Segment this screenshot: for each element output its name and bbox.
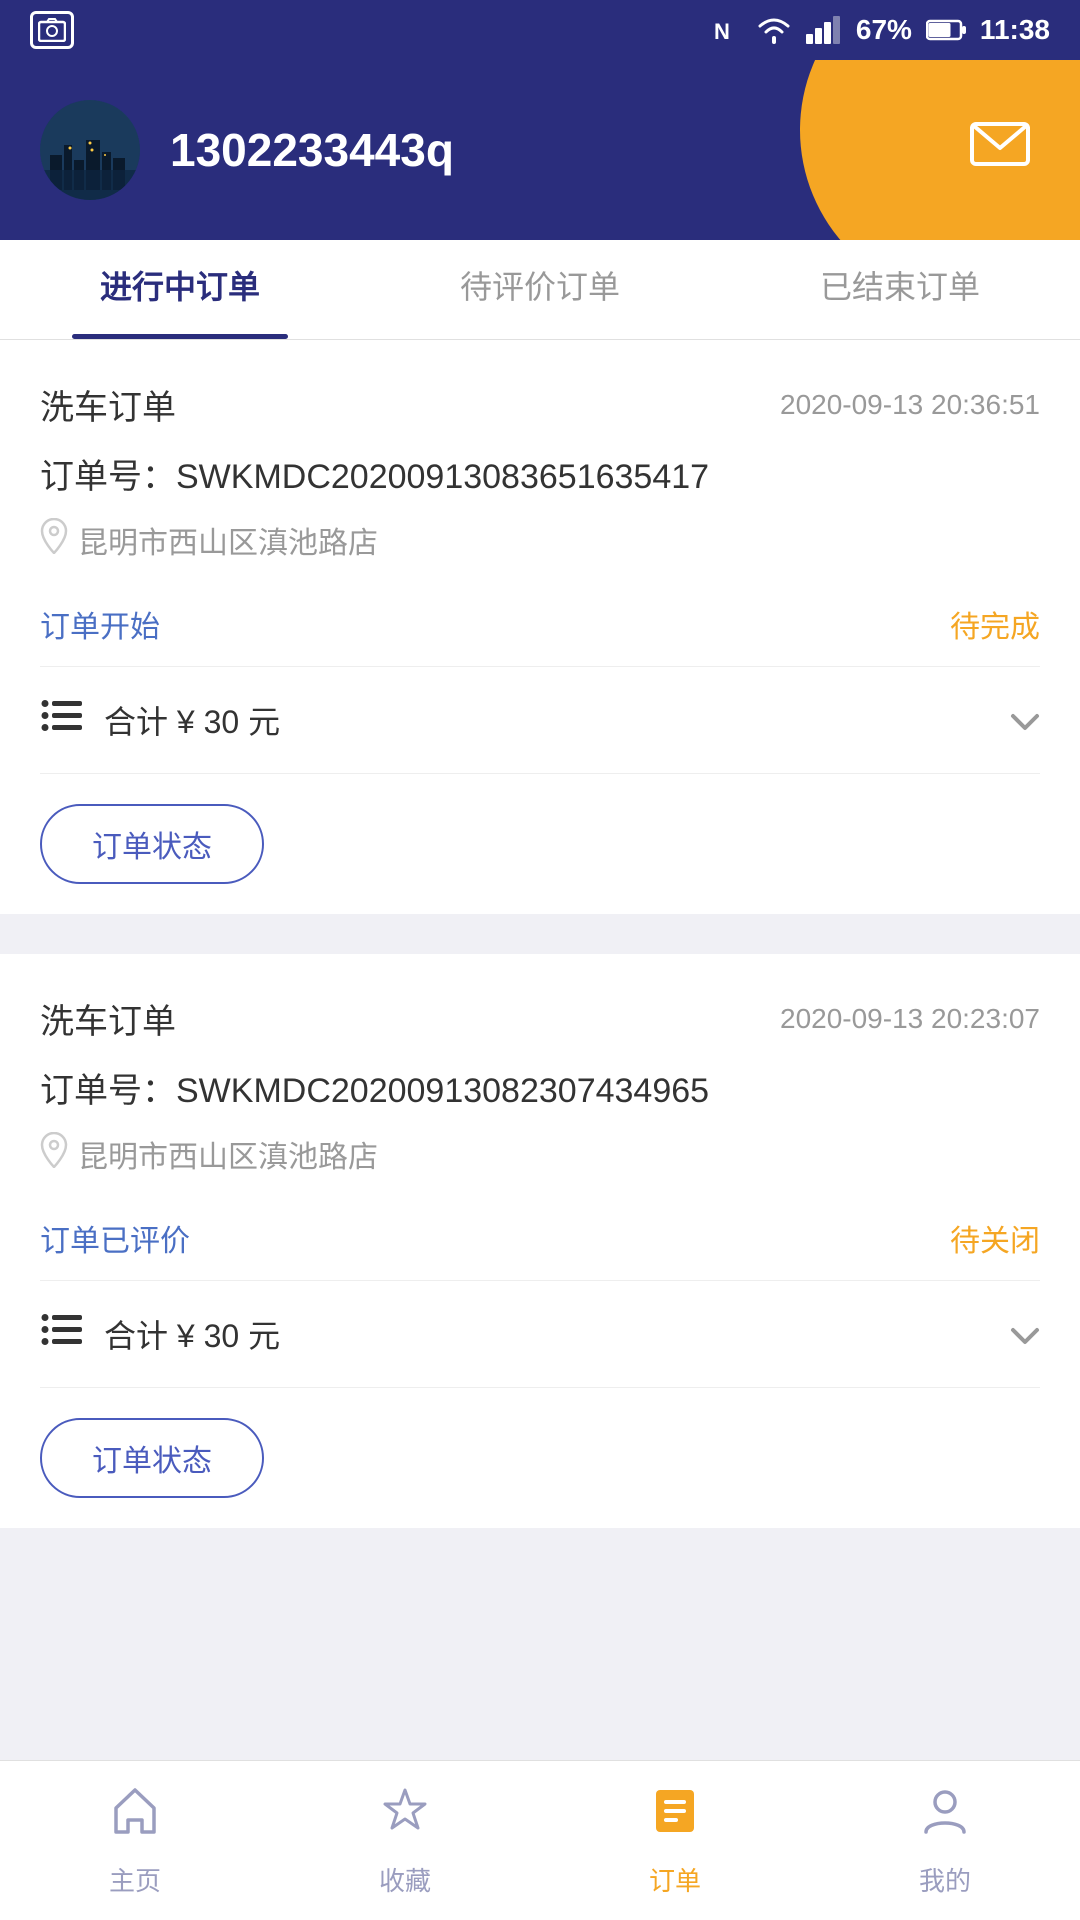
nav-profile[interactable]: 我的 — [810, 1784, 1080, 1898]
tab-closed-orders[interactable]: 已结束订单 — [720, 240, 1080, 339]
avatar — [40, 100, 140, 200]
nav-home[interactable]: 主页 — [0, 1784, 270, 1898]
chevron-icon-1[interactable] — [1010, 699, 1040, 741]
order-time-2: 2020-09-13 20:23:07 — [780, 1003, 1040, 1035]
status-button-2[interactable]: 订单状态 — [40, 1418, 264, 1498]
status-button-1[interactable]: 订单状态 — [40, 804, 264, 884]
nav-orders[interactable]: 订单 — [540, 1784, 810, 1898]
order-status-row-2: 订单已评价 待关闭 — [40, 1196, 1040, 1281]
order-actions-2: 订单状态 — [40, 1388, 1040, 1528]
order-header-2: 洗车订单 2020-09-13 20:23:07 — [40, 994, 1040, 1043]
user-icon — [918, 1784, 972, 1851]
order-icon — [648, 1784, 702, 1851]
svg-text:N: N — [714, 19, 730, 44]
location-text-2: 昆明市西山区滇池路店 — [78, 1132, 378, 1176]
order-summary-row-2[interactable]: 合计 ¥ 30 元 — [40, 1281, 1040, 1388]
mail-icon[interactable] — [970, 120, 1030, 180]
list-icon-2 — [40, 1311, 84, 1357]
order-total-2: 合计 ¥ 30 元 — [104, 1311, 990, 1357]
order-start-label-1: 订单开始 — [40, 602, 160, 646]
tabs: 进行中订单 待评价订单 已结束订单 — [0, 240, 1080, 340]
order-number-2: 订单号：SWKMDC20200913082307434965 — [40, 1063, 1040, 1112]
order-summary-row-1[interactable]: 合计 ¥ 30 元 — [40, 667, 1040, 774]
order-actions-1: 订单状态 — [40, 774, 1040, 914]
orange-decoration — [800, 60, 1080, 240]
header: 1302233443q — [0, 60, 1080, 240]
order-total-1: 合计 ¥ 30 元 — [104, 697, 990, 743]
order-header-1: 洗车订单 2020-09-13 20:36:51 — [40, 380, 1040, 429]
status-icons: N 67% 11:38 — [712, 14, 1050, 46]
order-status-badge-1: 待完成 — [950, 602, 1040, 646]
status-bar: N 67% 11:38 — [0, 0, 1080, 60]
order-type-2: 洗车订单 — [40, 994, 176, 1043]
tab-active-orders[interactable]: 进行中订单 — [0, 240, 360, 339]
time-text: 11:38 — [980, 14, 1050, 46]
nav-favorites[interactable]: 收藏 — [270, 1784, 540, 1898]
star-icon — [378, 1784, 432, 1851]
list-icon-1 — [40, 697, 84, 743]
nav-profile-label: 我的 — [919, 1861, 971, 1898]
location-icon-2 — [40, 1132, 68, 1176]
order-start-label-2: 订单已评价 — [40, 1216, 190, 1260]
order-time-1: 2020-09-13 20:36:51 — [780, 389, 1040, 421]
chevron-icon-2[interactable] — [1010, 1313, 1040, 1355]
order-status-badge-2: 待关闭 — [950, 1216, 1040, 1260]
order-status-row-1: 订单开始 待完成 — [40, 582, 1040, 667]
order-card-2: 洗车订单 2020-09-13 20:23:07 订单号：SWKMDC20200… — [0, 954, 1080, 1528]
order-type-1: 洗车订单 — [40, 380, 176, 429]
nav-favorites-label: 收藏 — [379, 1861, 431, 1898]
username: 1302233443q — [170, 123, 454, 177]
order-location-2: 昆明市西山区滇池路店 — [40, 1132, 1040, 1176]
nav-home-label: 主页 — [109, 1861, 161, 1898]
separator — [0, 934, 1080, 954]
tab-pending-orders[interactable]: 待评价订单 — [360, 240, 720, 339]
nav-orders-label: 订单 — [649, 1861, 701, 1898]
location-icon-1 — [40, 518, 68, 562]
photo-icon — [30, 11, 74, 49]
order-location-1: 昆明市西山区滇池路店 — [40, 518, 1040, 562]
orders-container: 洗车订单 2020-09-13 20:36:51 订单号：SWKMDC20200… — [0, 340, 1080, 1708]
battery-text: 67% — [856, 14, 912, 46]
home-icon — [108, 1784, 162, 1851]
location-text-1: 昆明市西山区滇池路店 — [78, 518, 378, 562]
bottom-nav: 主页 收藏 订单 我的 — [0, 1760, 1080, 1920]
photo-indicator — [30, 11, 74, 49]
order-number-1: 订单号：SWKMDC20200913083651635417 — [40, 449, 1040, 498]
order-card-1: 洗车订单 2020-09-13 20:36:51 订单号：SWKMDC20200… — [0, 340, 1080, 914]
